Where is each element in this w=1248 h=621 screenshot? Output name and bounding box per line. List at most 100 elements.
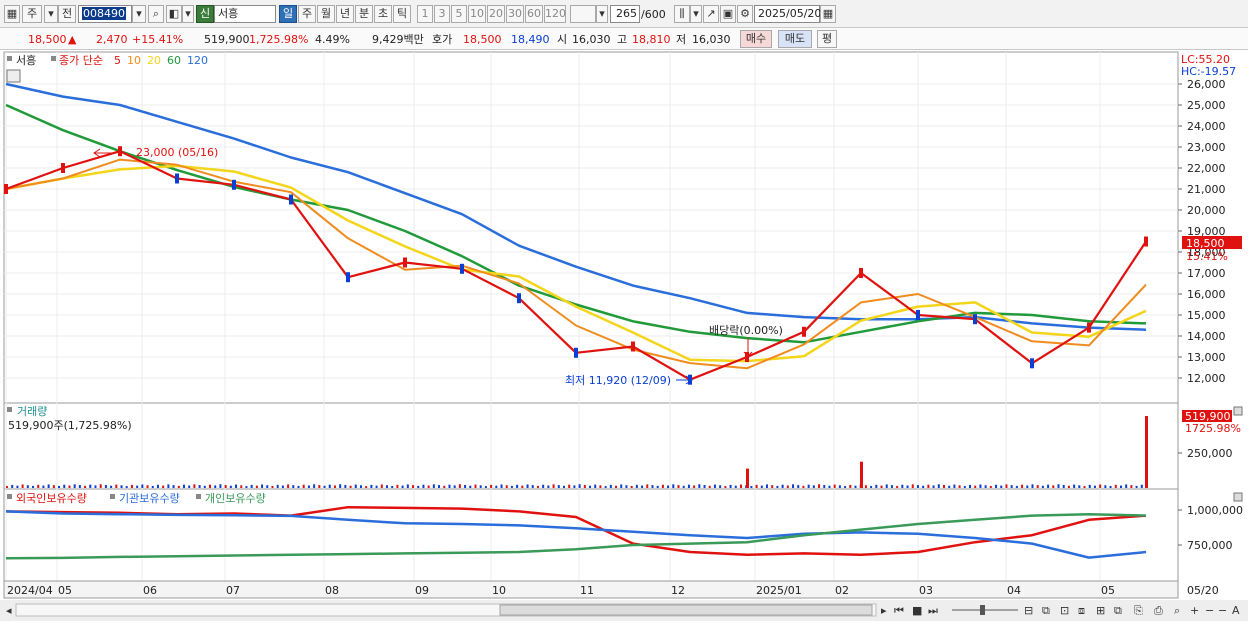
- unit-button-1[interactable]: 3: [434, 5, 450, 23]
- current-price-tag-value: 18,500: [1186, 237, 1225, 250]
- high-label: 고: [617, 33, 628, 46]
- first-page-icon[interactable]: ⏮: [894, 604, 904, 617]
- volume-bar: [84, 485, 87, 488]
- volume-tag-pct: 1725.98%: [1185, 422, 1241, 435]
- volume-bar: [1031, 484, 1034, 488]
- volume-bar: [750, 485, 753, 488]
- prev-button[interactable]: 전: [58, 5, 76, 23]
- volume-bar: [120, 485, 123, 488]
- unit-button-7[interactable]: 120: [544, 5, 566, 23]
- save-icon[interactable]: ▣: [720, 5, 736, 23]
- split-icon[interactable]: ⊡: [1060, 604, 1069, 617]
- unit-button-4[interactable]: 20: [487, 5, 505, 23]
- volume-bar: [94, 485, 97, 488]
- window-icon[interactable]: ⧉: [1042, 604, 1050, 617]
- holdings-close-icon[interactable]: [1233, 492, 1243, 502]
- change-arrow-icon: ▲: [68, 33, 77, 46]
- print-icon[interactable]: ⎙: [1154, 604, 1163, 617]
- price-axis-label: 14,000: [1187, 330, 1226, 343]
- date-input[interactable]: 2025/05/20: [754, 5, 821, 23]
- zoom-out-icon[interactable]: −: [1205, 604, 1214, 617]
- high-price: 18,810: [632, 33, 671, 46]
- sell-button[interactable]: 매도: [778, 30, 812, 48]
- screenshot-icon[interactable]: ⎘: [1134, 604, 1143, 617]
- stop-icon[interactable]: ■: [912, 604, 922, 617]
- holdings-legend-bullet-icon: [110, 494, 115, 499]
- stock-code-input[interactable]: 008490: [78, 5, 132, 23]
- volume-bar: [521, 485, 524, 488]
- period-button-1[interactable]: 주: [298, 5, 316, 23]
- font-size-icon[interactable]: A: [1232, 604, 1240, 617]
- volume-bar: [235, 484, 238, 488]
- volume-bar: [625, 485, 628, 488]
- buy-button[interactable]: 매수: [740, 30, 772, 48]
- scroll-right-icon[interactable]: ▸: [881, 604, 887, 617]
- volume-bar: [1062, 484, 1065, 488]
- calendar-icon[interactable]: ▦: [820, 5, 836, 23]
- volume-bar: [307, 485, 310, 488]
- stock-chart[interactable]: 서흥 종가 단순 5 10 20 60 120 LC:55.20 HC:-19.57 2…: [0, 50, 1248, 621]
- window-menu-icon[interactable]: ▦: [4, 5, 20, 23]
- volume-bar: [386, 485, 388, 488]
- period-button-2[interactable]: 월: [317, 5, 335, 23]
- volume-bar: [1041, 485, 1044, 488]
- unit-button-3[interactable]: 10: [468, 5, 486, 23]
- volume-bar: [828, 485, 831, 488]
- eval-button[interactable]: 평: [817, 30, 837, 48]
- price-candle: [1087, 322, 1091, 333]
- period-button-3[interactable]: 년: [336, 5, 354, 23]
- period-button-0[interactable]: 일: [279, 5, 297, 23]
- market-dropdown-icon[interactable]: ▾: [44, 5, 58, 23]
- reset-icon[interactable]: −: [1218, 604, 1227, 617]
- volume-bar: [531, 485, 534, 488]
- sell-label: 매도: [784, 32, 806, 45]
- zoom-slider-handle[interactable]: [980, 605, 985, 615]
- zoom-in-icon[interactable]: +: [1190, 604, 1199, 617]
- market-select[interactable]: 주: [22, 5, 42, 23]
- layout-icon[interactable]: ⊟: [1024, 604, 1033, 617]
- volume-bar: [219, 484, 222, 488]
- compare-icon[interactable]: ⊞: [1096, 604, 1105, 617]
- volume-bar: [797, 485, 800, 488]
- drawing-tool-icon[interactable]: ↗: [703, 5, 719, 23]
- code-dropdown-icon[interactable]: ▾: [132, 5, 146, 23]
- zoom-search-icon[interactable]: ⌕: [1174, 604, 1180, 617]
- candle-dropdown-icon[interactable]: ▾: [690, 5, 702, 23]
- volume-bar: [104, 484, 107, 488]
- period-button-4[interactable]: 분: [355, 5, 373, 23]
- search-icon[interactable]: ⌕: [148, 5, 164, 23]
- period-button-6[interactable]: 틱: [393, 5, 411, 23]
- volume-bar: [641, 485, 644, 488]
- count-input[interactable]: 265: [610, 5, 640, 23]
- history-dropdown-icon[interactable]: ▾: [182, 5, 194, 23]
- volume-bar: [193, 484, 196, 488]
- scroll-left-icon[interactable]: ◂: [6, 604, 12, 617]
- volume-bar: [646, 484, 649, 488]
- settings-gear-icon[interactable]: ⚙: [737, 5, 753, 23]
- unit-button-5[interactable]: 30: [506, 5, 524, 23]
- unit-button-0[interactable]: 1: [417, 5, 433, 23]
- volume-bar: [99, 484, 102, 488]
- volume-close-icon[interactable]: [1233, 406, 1243, 416]
- volume-value: 519,900: [204, 33, 250, 46]
- volume-bar: [698, 484, 701, 488]
- count-dropdown-icon[interactable]: ▾: [596, 5, 608, 23]
- scrollbar-thumb[interactable]: [499, 604, 873, 616]
- unit-button-6[interactable]: 60: [525, 5, 543, 23]
- stock-name-field[interactable]: 서흥: [214, 5, 276, 23]
- table-toggle-icon[interactable]: [6, 69, 21, 83]
- volume-bar: [844, 486, 847, 488]
- volume-panel: [3, 402, 1179, 490]
- count-select[interactable]: [570, 5, 596, 23]
- x-axis-label: 07: [226, 584, 240, 597]
- volume-bar: [880, 485, 883, 488]
- period-button-5[interactable]: 초: [374, 5, 392, 23]
- unit-button-2[interactable]: 5: [451, 5, 467, 23]
- volume-bar: [162, 485, 165, 488]
- overlay-icon[interactable]: ⧈: [1078, 604, 1085, 617]
- last-page-icon[interactable]: ⏭: [928, 604, 938, 617]
- unit-label: 60: [527, 7, 541, 20]
- tile-icon[interactable]: ⧉: [1114, 604, 1122, 617]
- history-icon[interactable]: ◧: [166, 5, 182, 23]
- candle-type-icon[interactable]: ⫼: [674, 5, 690, 23]
